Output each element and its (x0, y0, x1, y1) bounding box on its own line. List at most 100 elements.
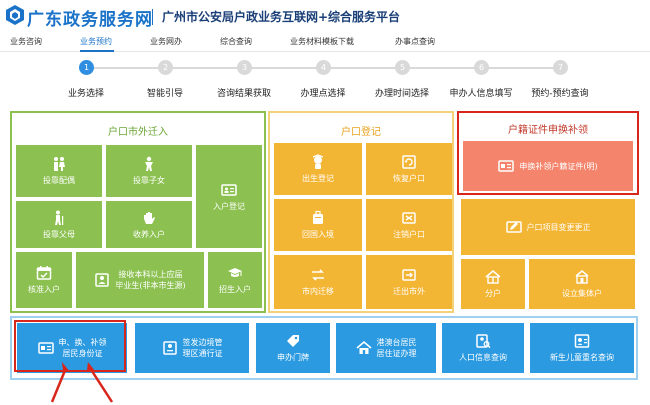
tile-residence-permit-label-1: 港澳台居民 (376, 338, 417, 347)
nav-item-consult[interactable]: 业务咨询 (10, 36, 42, 47)
tile-residence-permit[interactable]: 港澳台居民 居住证办理 (336, 323, 436, 373)
tile-recruit-household[interactable]: 招生入户 (208, 252, 262, 308)
tile-graduate[interactable]: 接收本科以上应届 毕业生(非本市生源) (76, 252, 204, 308)
couple-icon (51, 156, 67, 172)
pass-icon (162, 340, 178, 356)
tile-graduate-label-2: 毕业生(非本市生源) (115, 281, 186, 290)
tile-join-parents[interactable]: 投靠父母 (16, 201, 102, 248)
step-1-dot: 1 (79, 60, 94, 75)
site-name: 广东政务服务网 (27, 10, 153, 30)
step-4-label: 办理点选择 (300, 89, 346, 99)
person-search-icon (475, 333, 491, 349)
nav-item-online[interactable]: 业务网办 (150, 36, 182, 47)
tile-adoption-label: 收养入户 (133, 229, 165, 239)
tile-population-query[interactable]: 人口信息查询 (442, 323, 524, 373)
panel-household-cert-title: 户籍证件申换补领 (508, 125, 588, 136)
edit-card-icon (505, 219, 522, 235)
cancel-doc-icon (401, 210, 417, 226)
tile-join-parents-label: 投靠父母 (43, 229, 75, 239)
tile-recruit-household-label: 招生入户 (219, 285, 251, 294)
header: 广东政务服务网 广州市公安局户政业务互联网+综合服务平台 (0, 0, 650, 32)
tile-household-change-label: 户口项目变更更正 (526, 222, 591, 232)
child-icon (141, 156, 157, 172)
baby-icon (310, 154, 326, 170)
tile-approve-household[interactable]: 核准入户 (16, 252, 72, 308)
title-separator (152, 9, 153, 25)
tile-household-cert[interactable]: 申换补领户籍证件(明) (463, 141, 633, 191)
graduate-id-icon (94, 272, 110, 288)
tile-move-in-city-label: 市内迁移 (302, 287, 334, 296)
restore-icon (401, 154, 417, 170)
step-5-label: 办理时间选择 (374, 89, 430, 99)
tile-border-pass-label-1: 签发边境管 (182, 338, 223, 347)
step-2-dot: 2 (158, 60, 173, 75)
step-3-dot: 3 (237, 60, 252, 75)
tile-birth-register[interactable]: 出生登记 (274, 143, 362, 195)
step-6-label: 申办人信息填写 (449, 89, 513, 99)
tile-return-entry-label: 回国入境 (302, 230, 334, 239)
tile-residence-permit-label-2: 居住证办理 (376, 349, 417, 358)
tile-cancel-household-label: 注销户口 (393, 230, 425, 239)
logo-icon (6, 5, 24, 25)
tile-newborn-name-query[interactable]: 新生儿童重名查询 (530, 323, 634, 373)
tile-collective-household-label: 设立集体户 (562, 289, 602, 298)
panel-outer-move-in: 户口市外迁入 投靠配偶 投靠子女 入户登记 投靠父母 收养入户 核准入户 接收本… (10, 111, 266, 313)
tile-household-register[interactable]: 入户登记 (196, 145, 262, 248)
tile-split-household-label: 分户 (485, 289, 501, 298)
page: 广东政务服务网 广州市公安局户政业务互联网+综合服务平台 业务咨询 业务预约 业… (0, 0, 650, 405)
panel-household-register-title: 户口登记 (341, 127, 381, 138)
panel-household-cert: 户籍证件申换补领 申换补领户籍证件(明) (457, 111, 639, 195)
tile-split-household[interactable]: 分户 (461, 259, 525, 309)
hand-icon (141, 210, 157, 226)
tile-household-cert-label: 申换补领户籍证件(明) (519, 161, 598, 171)
tile-join-spouse-label: 投靠配偶 (43, 176, 75, 185)
tile-join-spouse[interactable]: 投靠配偶 (16, 145, 102, 197)
tile-newborn-name-query-label: 新生儿童重名查询 (550, 353, 614, 362)
tile-join-children-label: 投靠子女 (133, 176, 165, 185)
tag-icon (285, 333, 301, 349)
tile-move-out-city[interactable]: 迁出市外 (366, 255, 452, 309)
step-7-dot: 7 (553, 60, 568, 75)
building-icon (574, 269, 590, 285)
cert-card-icon (498, 158, 515, 174)
tile-population-query-label: 人口信息查询 (459, 353, 507, 362)
tile-door-plate[interactable]: 申办门牌 (256, 323, 330, 373)
tile-restore-household[interactable]: 恢复户口 (366, 143, 452, 195)
elder-icon (51, 210, 67, 226)
tile-birth-register-label: 出生登记 (302, 174, 334, 183)
calendar-icon (36, 265, 52, 281)
tile-border-pass[interactable]: 签发边境管 理区通行证 (135, 323, 249, 373)
id-card-icon (221, 182, 237, 198)
nav-item-office-query[interactable]: 办事点查询 (395, 36, 435, 47)
tile-adoption[interactable]: 收养入户 (106, 201, 192, 248)
house-split-icon (485, 269, 501, 285)
transfer-icon (310, 267, 326, 283)
tile-household-change[interactable]: 户口项目变更更正 (461, 199, 635, 255)
panel-outer-move-in-title: 户口市外迁入 (108, 127, 168, 138)
step-4-dot: 4 (316, 60, 331, 75)
nav-active-underline (80, 50, 114, 52)
tile-restore-household-label: 恢复户口 (393, 174, 425, 183)
tile-move-in-city[interactable]: 市内迁移 (274, 255, 362, 309)
panel-household-register: 户口登记 出生登记 恢复户口 回国入境 注销户口 市内迁移 迁出市外 (268, 111, 454, 313)
tile-collective-household[interactable]: 设立集体户 (529, 259, 635, 309)
step-3-label: 咨询结果获取 (216, 89, 272, 99)
tile-join-children[interactable]: 投靠子女 (106, 145, 192, 197)
step-2-label: 智能引导 (146, 89, 184, 99)
nav-item-appointment[interactable]: 业务预约 (80, 36, 112, 47)
graduation-cap-icon (227, 265, 243, 281)
nav-item-templates[interactable]: 业务材料模板下载 (290, 36, 354, 47)
tile-return-entry[interactable]: 回国入境 (274, 199, 362, 251)
move-out-icon (401, 267, 417, 283)
tile-cancel-household[interactable]: 注销户口 (366, 199, 452, 251)
step-6-dot: 6 (474, 60, 489, 75)
tile-move-out-city-label: 迁出市外 (393, 287, 425, 296)
tile-door-plate-label: 申办门牌 (277, 353, 309, 362)
main-nav: 业务咨询 业务预约 业务网办 综合查询 业务材料模板下载 办事点查询 (0, 32, 650, 52)
nav-item-query[interactable]: 综合查询 (220, 36, 252, 47)
child-card-icon (574, 333, 590, 349)
tile-graduate-label-1: 接收本科以上应届 (118, 270, 183, 279)
luggage-icon (310, 210, 326, 226)
step-1-label: 业务选择 (67, 89, 105, 99)
step-7-label: 预约-预约查询 (531, 89, 589, 99)
